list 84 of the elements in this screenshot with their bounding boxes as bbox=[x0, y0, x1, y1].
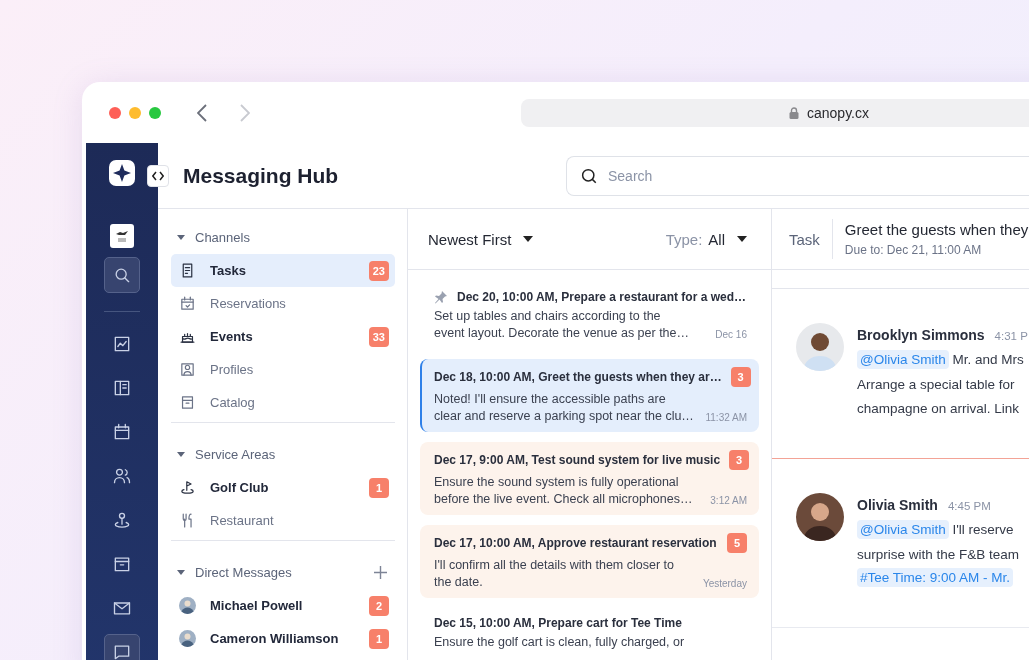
timestamp: Dec 16 bbox=[715, 329, 747, 340]
card-title: Dec 17, 10:00 AM, Approve restaurant reservation bbox=[434, 536, 718, 550]
unread-count: 1 bbox=[369, 628, 389, 649]
channel-item[interactable]: Cameron Williamson 1 bbox=[171, 622, 395, 655]
caret-icon bbox=[523, 236, 534, 242]
caret-icon[interactable] bbox=[177, 234, 185, 241]
unread-count: 5 bbox=[727, 533, 747, 553]
due-date: Due to: Dec 21, 11:00 AM bbox=[844, 243, 983, 257]
section-title: Service Areas bbox=[195, 447, 277, 462]
card-title: Dec 15, 10:00 AM, Prepare cart for Tee Time bbox=[434, 616, 683, 630]
message-text: @Olivia Smith I'll reserve surprise with the F&B team bbox=[857, 519, 1020, 564]
channel-item[interactable]: Catalog bbox=[171, 386, 395, 419]
profile-icon bbox=[179, 361, 196, 378]
avatar bbox=[179, 630, 196, 647]
book-icon bbox=[112, 378, 132, 398]
pin-icon bbox=[112, 510, 132, 530]
card-title: Dec 20, 10:00 AM, Prepare a restaurant for a wed… bbox=[457, 290, 747, 304]
message-preview: Noted! I'll ensure the accessible paths are clear and reserve a parking spot near the clu… bbox=[434, 391, 695, 425]
url-text: canopy.cx bbox=[807, 104, 869, 121]
task-title: Greet the guests when they bbox=[844, 221, 1029, 238]
task-card[interactable]: Dec 17, 9:00 AM, Test sound system for live music 3 Ensure the sound system is fully operational before the live event. Check all microphones… 3:12 AM bbox=[420, 442, 759, 515]
channel-item[interactable]: Profiles bbox=[171, 353, 395, 386]
search-field[interactable]: Search bbox=[566, 155, 1029, 196]
channel-item[interactable]: Restaurant bbox=[171, 504, 395, 537]
card-title: Dec 18, 10:00 AM, Greet the guests when they ar… bbox=[434, 370, 722, 384]
caret-icon bbox=[737, 236, 747, 242]
message-text: @Olivia Smith Mr. and Mrs Arrange a special table for champagne on arrival. Link bbox=[857, 349, 1025, 418]
channel-item[interactable]: Events 33 bbox=[171, 320, 395, 353]
lock-icon bbox=[789, 106, 799, 119]
nav-button[interactable] bbox=[104, 634, 140, 660]
card-title: Dec 17, 9:00 AM, Test sound system for live music bbox=[434, 453, 721, 467]
nav-button[interactable] bbox=[104, 257, 140, 293]
timestamp: 3:12 AM bbox=[710, 495, 747, 506]
code-icon bbox=[152, 171, 164, 181]
archive-icon bbox=[179, 394, 196, 411]
window-controls-icon[interactable] bbox=[109, 106, 161, 119]
calendar-icon bbox=[179, 295, 196, 312]
page-title: Messaging Hub bbox=[183, 163, 340, 188]
author-name: Brooklyn Simmons bbox=[857, 327, 985, 343]
message-preview: I'll confirm all the details with them closer to the date. bbox=[434, 557, 675, 591]
filter-label: Type: bbox=[665, 230, 703, 248]
message-preview: Set up tables and chairs according to the event layout. Decorate the venue as per the… bbox=[434, 308, 691, 342]
timestamp: 4:31 P bbox=[994, 330, 1028, 342]
timestamp: 4:45 PM bbox=[947, 500, 991, 512]
logo-icon bbox=[109, 160, 135, 186]
organization-logo-icon[interactable] bbox=[110, 224, 134, 248]
unread-count: 33 bbox=[368, 326, 389, 347]
channel-item[interactable]: Golf Club 1 bbox=[171, 471, 395, 504]
task-card[interactable]: Dec 17, 10:00 AM, Approve restaurant reservation 5 I'll confirm all the details with them closer to the date. Yesterday bbox=[420, 525, 759, 598]
timestamp: 11:32 AM bbox=[705, 412, 747, 423]
caret-icon[interactable] bbox=[177, 451, 185, 458]
sort-dropdown[interactable]: Newest First bbox=[428, 230, 534, 248]
task-card[interactable]: Dec 18, 10:00 AM, Greet the guests when they ar… 3 Noted! I'll ensure the accessible paths are clear and reserve a parking spot near the clu… 11:32 AM bbox=[420, 359, 759, 432]
avatar bbox=[796, 323, 844, 371]
channel-item[interactable]: Reservations bbox=[171, 287, 395, 320]
back-icon[interactable] bbox=[197, 103, 207, 122]
chart-icon bbox=[112, 334, 132, 354]
type-dropdown[interactable]: All bbox=[708, 230, 747, 248]
message-preview: Ensure the sound system is fully operational before the live event. Check all microphones… bbox=[434, 474, 694, 508]
avatar bbox=[796, 493, 844, 541]
section-title: Direct Messages bbox=[195, 565, 293, 580]
section-title: Channels bbox=[195, 230, 251, 245]
message-preview: Ensure the golf cart is clean, fully charged, or bbox=[434, 634, 686, 651]
calendar-icon bbox=[112, 422, 132, 442]
people-icon bbox=[112, 466, 132, 486]
channel-item[interactable]: Tasks 23 bbox=[171, 254, 395, 287]
avatar bbox=[179, 597, 196, 614]
add-icon[interactable] bbox=[374, 566, 387, 579]
unread-count: 23 bbox=[368, 260, 389, 281]
channel-item[interactable]: Michael Powell 2 bbox=[171, 589, 395, 622]
author-name: Olivia Smith bbox=[857, 497, 938, 513]
unread-count: 3 bbox=[729, 450, 750, 470]
unread-count: 3 bbox=[730, 367, 751, 387]
collapse-button[interactable] bbox=[147, 165, 169, 187]
search-icon bbox=[580, 166, 598, 185]
type-label: Task bbox=[789, 219, 833, 259]
flag-icon bbox=[179, 479, 196, 496]
task-card[interactable]: Dec 15, 10:00 AM, Prepare cart for Tee Time Ensure the golf cart is clean, fully charged, or bbox=[420, 608, 759, 658]
address-bar[interactable]: canopy.cx bbox=[521, 98, 1029, 127]
timestamp: Yesterday bbox=[702, 578, 747, 589]
unread-count: 1 bbox=[369, 477, 389, 498]
unread-count: 2 bbox=[369, 595, 389, 616]
caret-icon[interactable] bbox=[177, 569, 185, 576]
task-card[interactable]: Dec 20, 10:00 AM, Prepare a restaurant for a wed… Set up tables and chairs according to the event layout. Decorate the venue as per the… Dec 16 bbox=[420, 282, 759, 349]
